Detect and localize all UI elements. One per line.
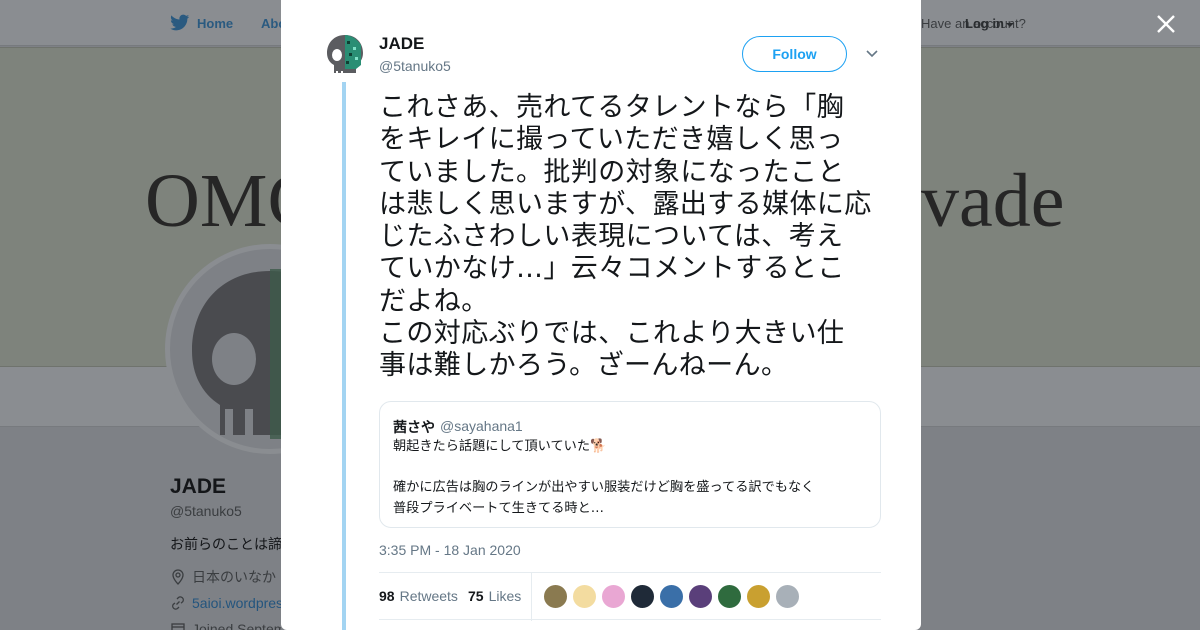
- close-icon[interactable]: [1155, 13, 1177, 35]
- home-link[interactable]: Home: [197, 16, 233, 31]
- retweets-stat[interactable]: 98 Retweets: [379, 588, 458, 604]
- banner-text-right: vade: [921, 159, 1065, 243]
- quoted-author-name: 茜さや: [393, 420, 435, 436]
- profile-bio: お前らのことは諦め: [170, 536, 281, 552]
- liker-avatar-8[interactable]: [746, 584, 771, 609]
- login-label: Log in: [965, 16, 1004, 31]
- retweets-label: Retweets: [399, 588, 458, 604]
- liker-avatar-6[interactable]: [688, 584, 713, 609]
- location-text: 日本のいなか: [192, 569, 276, 585]
- joined-text: Joined September: [192, 621, 281, 630]
- location-pin-icon: [172, 569, 184, 585]
- liker-avatar-5[interactable]: [659, 584, 684, 609]
- tweet-author-name[interactable]: JADE: [379, 34, 424, 54]
- tweet-text: これさあ、売れてるタレントなら「胸 をキレイに撮っていただき嬉しく思っ ていまし…: [379, 92, 872, 382]
- thread-line: [342, 82, 346, 630]
- tweet-permalink-modal: JADE @5tanuko5 Follow これさあ、売れてるタレントなら「胸 …: [281, 0, 921, 630]
- login-link[interactable]: Log in: [965, 16, 1014, 31]
- twitter-bird-icon[interactable]: [170, 14, 190, 32]
- chevron-down-icon[interactable]: [864, 48, 880, 60]
- likes-stat[interactable]: 75 Likes: [468, 588, 521, 604]
- likes-count: 75: [468, 588, 484, 604]
- profile-website[interactable]: 5aioi.wordpress.com: [170, 595, 281, 611]
- liker-avatar-2[interactable]: [572, 584, 597, 609]
- profile-name: JADE: [170, 475, 227, 498]
- liker-avatar-9[interactable]: [775, 584, 800, 609]
- about-link[interactable]: About: [261, 16, 281, 31]
- liker-avatar-7[interactable]: [717, 584, 742, 609]
- liker-avatar-3[interactable]: [601, 584, 626, 609]
- profile-location: 日本のいなか: [170, 567, 281, 587]
- quoted-tweet[interactable]: 茜さや @sayahana1 朝起きたら話題にして頂いていた🐕 確かに広告は胸の…: [379, 401, 881, 528]
- stats-divider: [531, 573, 532, 621]
- tweet-author-handle[interactable]: @5tanuko5: [379, 58, 451, 74]
- website-link-text[interactable]: 5aioi.wordpress.com: [192, 595, 281, 611]
- follow-button[interactable]: Follow: [742, 36, 847, 72]
- banner-text-left: OMG: [145, 159, 281, 243]
- quoted-tweet-text: 朝起きたら話題にして頂いていた🐕 確かに広告は胸のラインが出やすい服装だけど胸を…: [393, 439, 815, 516]
- tweet-timestamp[interactable]: 3:35 PM - 18 Jan 2020: [379, 542, 521, 558]
- chevron-down-icon: [1006, 22, 1014, 27]
- liker-avatar-4[interactable]: [630, 584, 655, 609]
- profile-handle: @5tanuko5: [170, 503, 242, 519]
- avatar[interactable]: [325, 33, 365, 79]
- tweet-stats: 98 Retweets 75 Likes: [379, 572, 881, 621]
- retweets-count: 98: [379, 588, 395, 604]
- quoted-author-handle: @sayahana1: [440, 418, 523, 434]
- liker-avatar-1[interactable]: [543, 584, 568, 609]
- calendar-icon: [171, 623, 185, 630]
- likes-label: Likes: [488, 588, 522, 604]
- link-icon: [172, 596, 184, 610]
- profile-joined: Joined September: [170, 621, 281, 630]
